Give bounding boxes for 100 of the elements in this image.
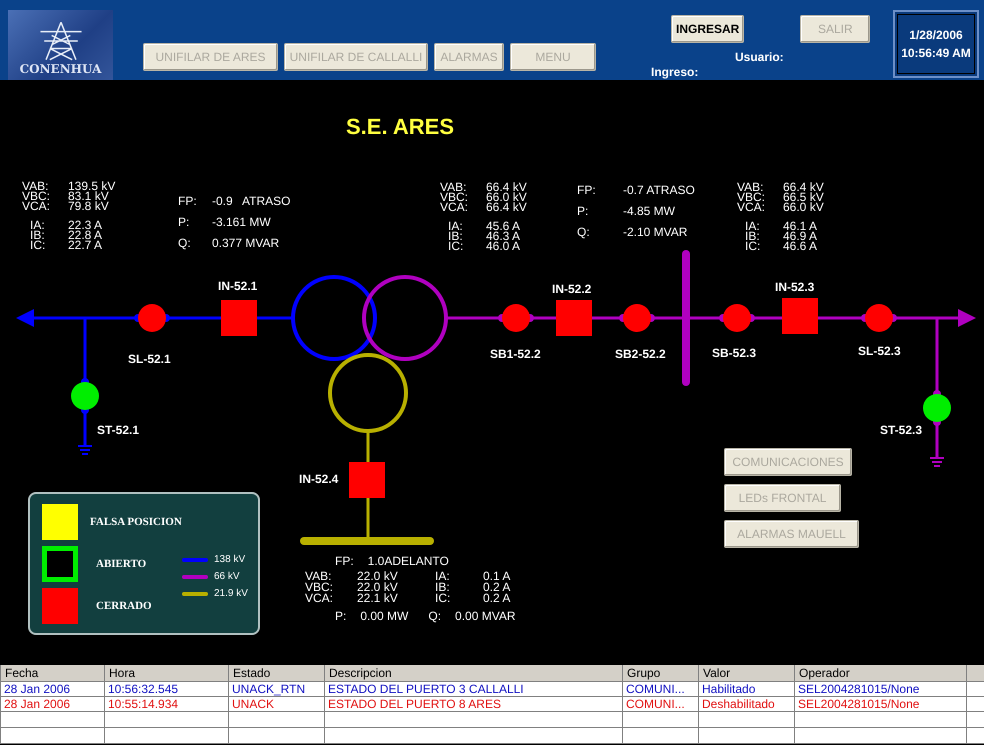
disconnect-switch[interactable] [71, 378, 99, 414]
reading-label: VAB: [440, 182, 466, 192]
reading-value: 66.4 kV [783, 182, 824, 192]
reading-value: -0.7 ATRASO [623, 184, 695, 196]
reading-value: -2.10 MVAR [623, 226, 688, 238]
reading-value: 1.0ADELANTO [368, 556, 449, 567]
table-cell: ESTADO DEL PUERTO 3 CALLALLI [324, 682, 622, 696]
reading-value: 139.5 kV [68, 181, 116, 191]
reading-value: 79.8 kV [68, 201, 110, 211]
reading-value: 46.9 A [783, 231, 818, 241]
device-label: ST-52.1 [97, 423, 140, 437]
reading-label: VAB: [305, 571, 332, 582]
station-title: S.E. ARES [346, 114, 454, 140]
reading-value: 46.1 A [783, 221, 818, 231]
table-cell: UNACK_RTN [228, 682, 324, 696]
reading-label: VBC: [22, 191, 52, 201]
reading-value: 66.0 kV [486, 192, 527, 202]
table-cell: Habilitado [698, 682, 794, 696]
column-header[interactable]: Grupo [622, 664, 698, 682]
reading-label: IB: [435, 582, 451, 593]
legend-swatch [42, 504, 78, 540]
reading-value: -4.85 MW [623, 205, 676, 217]
login-button[interactable]: INGRESAR [671, 15, 744, 43]
device-label: SB1-52.2 [490, 347, 541, 361]
reading-label: IB: [744, 231, 761, 241]
reading-label: FP: [577, 184, 597, 196]
table-cell: 28 Jan 2006 [0, 696, 104, 712]
reading-label: VAB: [737, 182, 764, 192]
reading-value: 0.377 MVAR [212, 237, 280, 249]
reading-value: -3.161 MW [212, 216, 272, 228]
table-cell: Deshabilitado [698, 696, 794, 712]
reading-label: FP: [335, 556, 354, 567]
table-cell: ESTADO DEL PUERTO 8 ARES [324, 696, 622, 712]
reading-label: P: [178, 216, 190, 228]
reading-value: 22.3 A [68, 220, 104, 230]
reading-label: VCA: [737, 202, 766, 212]
reading-label: IC: [744, 241, 762, 251]
legend-label: ABIERTO [95, 558, 146, 570]
legend-label: 138 kV [214, 554, 246, 565]
reading-label: IC: [29, 240, 46, 250]
reading-value: 0.1 A [483, 571, 512, 582]
device-label: SB2-52.2 [615, 347, 666, 361]
column-header[interactable]: Valor [698, 664, 794, 682]
device-label: SL-52.1 [128, 352, 171, 366]
device-label: IN-52.2 [552, 282, 592, 296]
table-cell: 28 Jan 2006 [0, 682, 104, 696]
column-header[interactable]: Hora [104, 664, 228, 682]
reading-label: VBC: [737, 192, 766, 202]
legend-label: CERRADO [95, 600, 152, 612]
disconnect-switch[interactable] [719, 304, 755, 332]
table-cell: SEL2004281015/None [794, 682, 966, 696]
reading-label: VCA: [305, 593, 334, 604]
reading-label: Q: [577, 226, 591, 238]
reading-label: IC: [447, 241, 464, 251]
time-text: 10:56:49 AM [901, 46, 971, 60]
reading-value: 45.6 A [486, 221, 522, 231]
disconnect-switch[interactable] [923, 390, 951, 426]
date-text: 1/28/2006 [909, 28, 963, 42]
legend-label: 66 kV [214, 571, 240, 582]
column-header[interactable]: Operador [794, 664, 966, 682]
disconnect-switch[interactable] [619, 304, 655, 332]
reading-label: IA: [744, 221, 761, 231]
disconnect-switch[interactable] [861, 304, 897, 332]
login-label: Ingreso: [651, 65, 698, 79]
reading-value: 22.0 kV [357, 582, 399, 593]
reading-label: Q: [178, 237, 192, 249]
reading-label: VAB: [22, 181, 48, 191]
reading-value: 0.2 A [483, 593, 512, 604]
legend-swatch [42, 546, 78, 582]
reading-value: 22.7 A [68, 240, 104, 250]
disconnect-switch[interactable] [134, 304, 170, 332]
reading-label: IA: [435, 571, 451, 582]
reading-label: IA: [447, 221, 464, 231]
reading-value: 66.4 kV [486, 202, 527, 212]
device-label: SL-52.3 [858, 344, 901, 358]
reading-value: 66.4 kV [486, 182, 527, 192]
logo-text: CONENHUA [20, 62, 102, 76]
user-label: Usuario: [735, 50, 784, 64]
reading-label: VBC: [305, 582, 334, 593]
device-label: IN-52.1 [218, 279, 258, 293]
disconnect-switch[interactable] [498, 304, 534, 332]
reading-value: 22.8 A [68, 230, 104, 240]
table-cell: COMUNI... [622, 682, 698, 696]
reading-label: IB: [29, 230, 46, 240]
reading-value: 0.00 MW [360, 611, 408, 622]
table-cell: COMUNI... [622, 696, 698, 712]
column-header[interactable]: Fecha [0, 664, 104, 682]
reading-value: 0.2 A [483, 582, 512, 593]
reading-label: P: [577, 205, 590, 217]
reading-label: IA: [29, 220, 46, 230]
reading-value: 46.6 A [783, 241, 818, 251]
table-cell: UNACK [228, 696, 324, 712]
reading-value: 66.0 kV [783, 202, 824, 212]
reading-value: 22.0 kV [357, 571, 399, 582]
reading-value: 66.5 kV [783, 192, 824, 202]
reading-value: 46.3 A [486, 231, 522, 241]
reading-label: Q: [428, 611, 442, 622]
legend-label: FALSA POSICION [90, 516, 182, 528]
column-header[interactable]: Descripcion [324, 664, 622, 682]
column-header[interactable]: Estado [228, 664, 324, 682]
